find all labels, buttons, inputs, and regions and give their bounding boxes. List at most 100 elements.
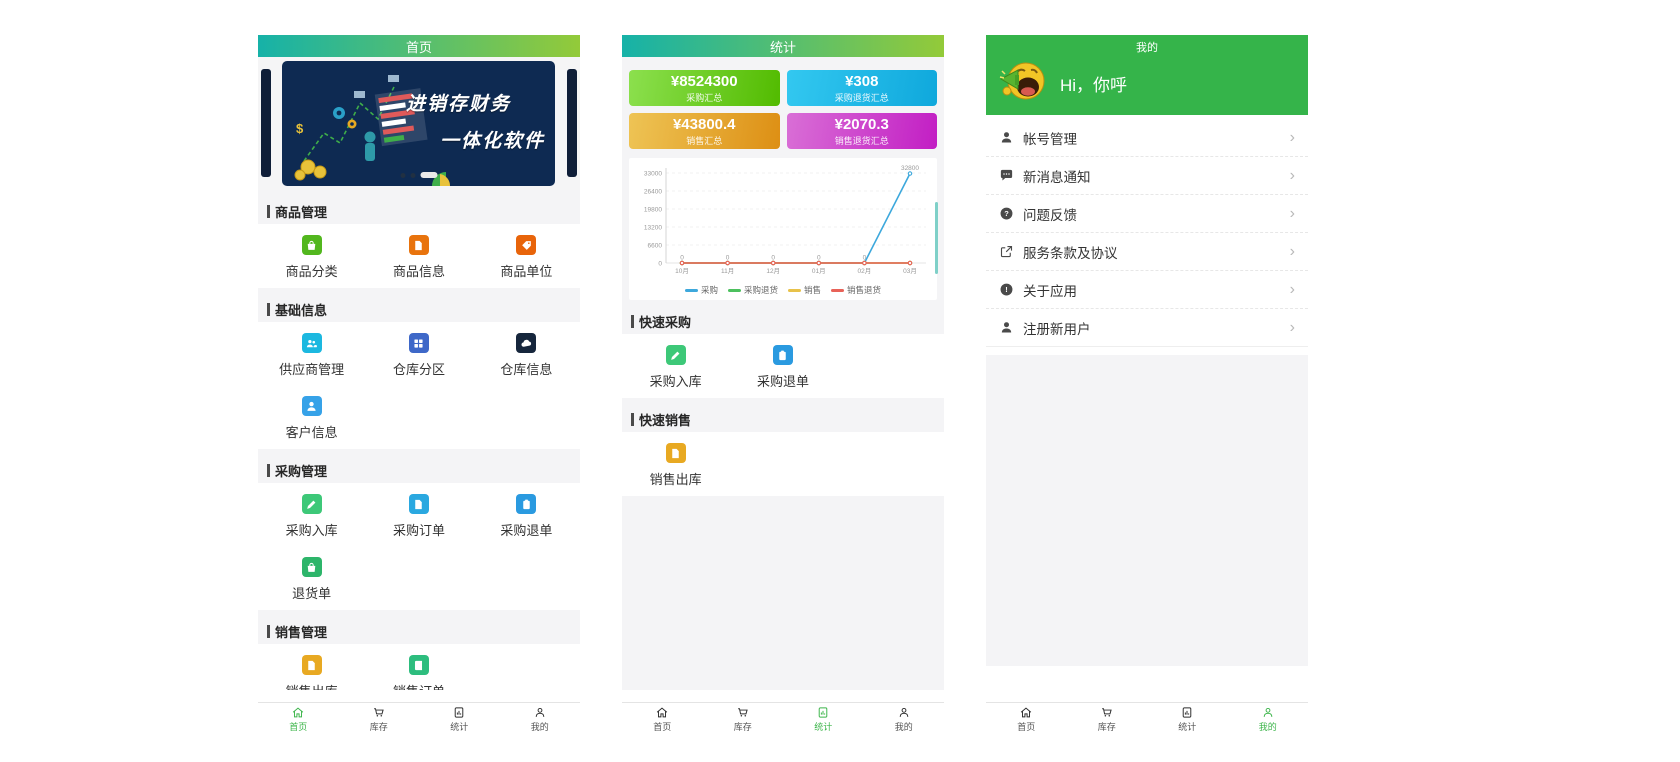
- tab-label: 首页: [289, 720, 307, 733]
- grid-sales: 销售出库 销售订单: [258, 644, 580, 690]
- home-icon: [291, 706, 305, 719]
- tab-label: 库存: [370, 720, 388, 733]
- app-shortcut[interactable]: 仓库分区: [365, 328, 472, 383]
- shortcut-tile: [302, 396, 322, 416]
- stat-card[interactable]: ¥308采购退货汇总: [787, 70, 938, 106]
- app-shortcut[interactable]: 采购订单: [365, 489, 472, 544]
- tab-bar: 首页 库存 统计 我的: [622, 702, 944, 733]
- info-circle-icon: [999, 282, 1014, 297]
- chart-icon: [452, 706, 466, 719]
- app-shortcut[interactable]: 供应商管理: [258, 328, 365, 383]
- shortcut-tile: [516, 235, 536, 255]
- grid-purchase: 采购入库采购订单采购退单退货单: [258, 483, 580, 610]
- tab-home[interactable]: 首页: [258, 703, 339, 733]
- menu-item-notifications[interactable]: 新消息通知›: [986, 157, 1308, 195]
- svg-text:$: $: [296, 121, 304, 136]
- chevron-right-icon: ›: [1290, 282, 1295, 298]
- shortcut-label: 商品信息: [393, 261, 445, 280]
- page-title: 我的: [986, 39, 1308, 55]
- menu-item-terms[interactable]: 服务条款及协议›: [986, 233, 1308, 271]
- shortcut-label: 商品分类: [286, 261, 338, 280]
- carousel-dot-active[interactable]: [420, 172, 437, 178]
- grid-basic: 供应商管理 仓库分区 仓库信息客户信息: [258, 322, 580, 449]
- stat-card[interactable]: ¥8524300采购汇总: [629, 70, 780, 106]
- banner-slide[interactable]: $: [282, 61, 555, 186]
- tab-label: 我的: [531, 720, 549, 733]
- app-shortcut[interactable]: 客户信息: [258, 391, 365, 446]
- banner-next-slide[interactable]: [567, 69, 577, 177]
- stat-card[interactable]: ¥2070.3销售退货汇总: [787, 113, 938, 149]
- stat-card[interactable]: ¥43800.4销售汇总: [629, 113, 780, 149]
- app-shortcut[interactable]: 销售出库: [622, 438, 729, 493]
- svg-text:19800: 19800: [644, 206, 662, 213]
- stat-label: 销售退货汇总: [835, 134, 889, 147]
- app-shortcut[interactable]: 销售出库: [258, 650, 365, 690]
- tab-inventory[interactable]: 库存: [339, 703, 420, 733]
- app-shortcut[interactable]: 商品分类: [258, 230, 365, 285]
- app-shortcut[interactable]: 采购入库: [622, 340, 729, 395]
- app-shortcut[interactable]: 采购入库: [258, 489, 365, 544]
- legend-swatch-icon: [831, 289, 844, 292]
- shortcut-tile: [302, 333, 322, 353]
- app-shortcut[interactable]: 销售订单: [365, 650, 472, 690]
- menu-item-register[interactable]: 注册新用户›: [986, 309, 1308, 347]
- pencil-icon: [669, 349, 682, 362]
- tab-bar: 首页 库存 统计 我的: [986, 702, 1308, 733]
- app-shortcut[interactable]: 仓库信息: [473, 328, 580, 383]
- banner-carousel[interactable]: $: [258, 57, 580, 190]
- shortcut-label: 销售出库: [286, 681, 338, 690]
- app-shortcut[interactable]: 采购退单: [729, 340, 836, 395]
- trend-line-chart[interactable]: 066001320019800264003300010月11月12月01月02月…: [630, 163, 936, 283]
- legend-label: 采购退货: [744, 284, 778, 296]
- shortcut-label: 销售订单: [393, 681, 445, 690]
- avatar[interactable]: [999, 57, 1047, 105]
- person-icon: [1261, 706, 1275, 719]
- legend-swatch-icon: [685, 289, 698, 292]
- tab-label: 首页: [653, 720, 671, 733]
- chevron-right-icon: ›: [1290, 244, 1295, 260]
- legend-label: 销售退货: [847, 284, 881, 296]
- menu-item-feedback[interactable]: 问题反馈›: [986, 195, 1308, 233]
- tab-inventory[interactable]: 库存: [703, 703, 784, 733]
- menu-item-about[interactable]: 关于应用›: [986, 271, 1308, 309]
- shortcut-tile: [516, 333, 536, 353]
- chevron-right-icon: ›: [1290, 130, 1295, 146]
- shortcut-label: 退货单: [292, 583, 331, 602]
- section-title-basic: 基础信息: [258, 296, 580, 322]
- svg-text:01月: 01月: [812, 267, 826, 275]
- tab-mine[interactable]: 我的: [1228, 703, 1309, 733]
- banner-prev-slide[interactable]: [261, 69, 271, 177]
- carousel-dot[interactable]: [410, 173, 415, 178]
- carousel-dots[interactable]: [400, 172, 437, 178]
- tab-home[interactable]: 首页: [622, 703, 703, 733]
- grid-quick-sale: 销售出库: [622, 432, 944, 496]
- screen-home: 首页 $: [258, 35, 580, 733]
- tab-bar: 首页 库存 统计 我的: [258, 702, 580, 733]
- tab-mine[interactable]: 我的: [864, 703, 945, 733]
- section-title-text: 商品管理: [275, 202, 327, 221]
- stat-value: ¥308: [845, 73, 878, 90]
- app-shortcut[interactable]: 商品信息: [365, 230, 472, 285]
- shortcut-tile: [409, 333, 429, 353]
- tab-statistics[interactable]: 统计: [419, 703, 500, 733]
- chart-scrollbar[interactable]: [935, 202, 938, 274]
- tab-statistics[interactable]: 统计: [1147, 703, 1228, 733]
- shortcut-label: 仓库分区: [393, 359, 445, 378]
- clipboard-icon: [520, 498, 533, 511]
- app-shortcut[interactable]: 采购退单: [473, 489, 580, 544]
- tab-statistics[interactable]: 统计: [783, 703, 864, 733]
- bag-icon: [305, 239, 318, 252]
- tab-inventory[interactable]: 库存: [1067, 703, 1148, 733]
- menu-label: 新消息通知: [1023, 166, 1290, 186]
- carousel-dot[interactable]: [400, 173, 405, 178]
- section-title-products: 商品管理: [258, 198, 580, 224]
- app-shortcut[interactable]: 退货单: [258, 552, 365, 607]
- svg-text:12月: 12月: [766, 267, 780, 275]
- menu-item-account[interactable]: 帐号管理›: [986, 119, 1308, 157]
- tab-mine[interactable]: 我的: [500, 703, 581, 733]
- menu-label: 关于应用: [1023, 280, 1290, 300]
- shortcut-label: 供应商管理: [279, 359, 344, 378]
- greeting-text: Hi，你呼: [1060, 71, 1127, 96]
- app-shortcut[interactable]: 商品单位: [473, 230, 580, 285]
- tab-home[interactable]: 首页: [986, 703, 1067, 733]
